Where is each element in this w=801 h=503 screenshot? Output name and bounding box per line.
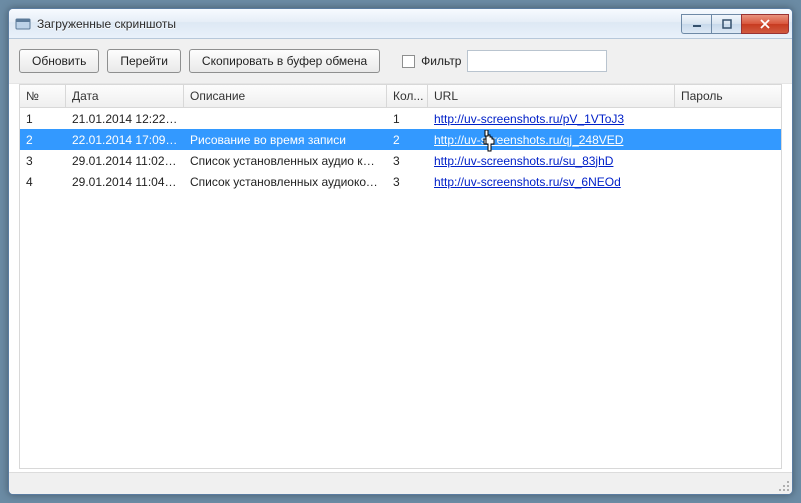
grid-body[interactable]: 121.01.2014 12:22:081http://uv-screensho…: [20, 108, 781, 468]
resize-grip[interactable]: [776, 478, 790, 492]
cell: 1: [387, 112, 428, 126]
filter-group: Фильтр: [402, 50, 607, 72]
copy-button[interactable]: Скопировать в буфер обмена: [189, 49, 380, 73]
cell: 3: [387, 154, 428, 168]
url-link[interactable]: http://uv-screenshots.ru/su_83jhD: [434, 154, 613, 168]
minimize-button[interactable]: [681, 14, 711, 34]
cell: 22.01.2014 17:09:15: [66, 133, 184, 147]
column-header-date[interactable]: Дата: [66, 85, 184, 107]
column-header-count[interactable]: Кол...: [387, 85, 428, 107]
window-controls: [681, 14, 789, 34]
column-header-url[interactable]: URL: [428, 85, 675, 107]
cell: Рисование во время записи: [184, 133, 387, 147]
titlebar[interactable]: Загруженные скриншоты: [9, 9, 792, 39]
cell: 1: [20, 112, 66, 126]
cell: 29.01.2014 11:02:58: [66, 154, 184, 168]
filter-checkbox[interactable]: [402, 55, 415, 68]
cell: 2: [387, 133, 428, 147]
cell: Список установленных аудиокодек...: [184, 175, 387, 189]
toolbar: Обновить Перейти Скопировать в буфер обм…: [9, 39, 792, 84]
column-header-num[interactable]: №: [20, 85, 66, 107]
filter-label: Фильтр: [421, 54, 461, 68]
go-button[interactable]: Перейти: [107, 49, 181, 73]
cell: 29.01.2014 11:04:19: [66, 175, 184, 189]
app-icon: [15, 16, 31, 32]
grid-header: № Дата Описание Кол... URL Пароль: [20, 85, 781, 108]
table-row[interactable]: 429.01.2014 11:04:19Список установленных…: [20, 171, 781, 192]
cell: 3: [20, 154, 66, 168]
close-button[interactable]: [741, 14, 789, 34]
cell: http://uv-screenshots.ru/sv_6NEOd: [428, 175, 675, 189]
cell: 4: [20, 175, 66, 189]
window-title: Загруженные скриншоты: [37, 17, 681, 31]
table-row[interactable]: 222.01.2014 17:09:15Рисование во время з…: [20, 129, 781, 150]
cell: 3: [387, 175, 428, 189]
filter-input[interactable]: [467, 50, 607, 72]
refresh-button[interactable]: Обновить: [19, 49, 99, 73]
cell: 2: [20, 133, 66, 147]
table-row[interactable]: 121.01.2014 12:22:081http://uv-screensho…: [20, 108, 781, 129]
column-header-desc[interactable]: Описание: [184, 85, 387, 107]
window-frame: Загруженные скриншоты Обновить Перейти С…: [8, 8, 793, 495]
url-link[interactable]: http://uv-screenshots.ru/pV_1VToJ3: [434, 112, 624, 126]
cell: Список установленных аудио коде...: [184, 154, 387, 168]
maximize-button[interactable]: [711, 14, 741, 34]
cell: 21.01.2014 12:22:08: [66, 112, 184, 126]
url-link[interactable]: http://uv-screenshots.ru/qj_248VED: [434, 133, 623, 147]
cell: http://uv-screenshots.ru/qj_248VED: [428, 133, 675, 147]
column-header-pass[interactable]: Пароль: [675, 85, 781, 107]
table-row[interactable]: 329.01.2014 11:02:58Список установленных…: [20, 150, 781, 171]
cell: http://uv-screenshots.ru/su_83jhD: [428, 154, 675, 168]
url-link[interactable]: http://uv-screenshots.ru/sv_6NEOd: [434, 175, 621, 189]
grid: № Дата Описание Кол... URL Пароль 121.01…: [19, 84, 782, 469]
cell: http://uv-screenshots.ru/pV_1VToJ3: [428, 112, 675, 126]
statusbar: [9, 472, 792, 494]
